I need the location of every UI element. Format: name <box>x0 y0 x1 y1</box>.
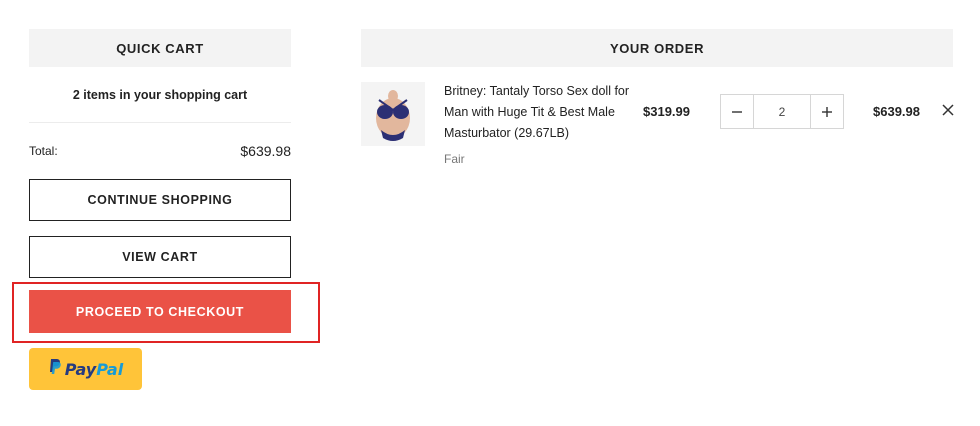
cart-items-count: 2 items in your shopping cart <box>29 67 291 123</box>
total-value: $639.98 <box>240 143 291 159</box>
paypal-word-pal: Pal <box>96 359 124 379</box>
quantity-input[interactable] <box>753 95 811 128</box>
cart-total-row: Total: $639.98 <box>29 123 291 179</box>
quantity-stepper <box>720 94 844 129</box>
paypal-logo-icon <box>48 358 62 380</box>
quick-cart-header: QUICK CART <box>29 29 291 67</box>
paypal-wordmark: PayPal <box>65 360 123 379</box>
total-label: Total: <box>29 144 58 158</box>
close-icon[interactable] <box>941 103 955 119</box>
continue-shopping-button[interactable]: CONTINUE SHOPPING <box>29 179 291 221</box>
product-thumbnail[interactable] <box>361 82 425 146</box>
your-order-panel: YOUR ORDER Britney: Tantaly Torso Sex do… <box>361 29 954 166</box>
plus-icon[interactable] <box>811 95 843 128</box>
line-total: $639.98 <box>873 104 920 119</box>
product-variant: Fair <box>444 152 465 166</box>
view-cart-button[interactable]: VIEW CART <box>29 236 291 278</box>
proceed-to-checkout-button[interactable]: PROCEED TO CHECKOUT <box>29 290 291 333</box>
unit-price: $319.99 <box>643 104 690 119</box>
quick-cart-panel: QUICK CART 2 items in your shopping cart… <box>29 29 291 278</box>
order-line-item: Britney: Tantaly Torso Sex doll for Man … <box>361 29 955 179</box>
product-name-link[interactable]: Britney: Tantaly Torso Sex doll for Man … <box>444 81 634 144</box>
paypal-word-pay: Pay <box>64 359 97 379</box>
paypal-button[interactable]: PayPal <box>29 348 142 390</box>
minus-icon[interactable] <box>721 95 753 128</box>
